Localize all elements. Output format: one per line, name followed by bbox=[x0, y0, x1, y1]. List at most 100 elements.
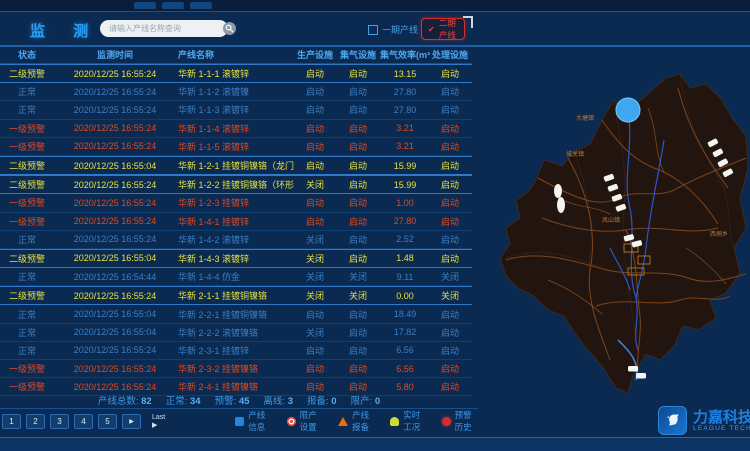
cell-efficiency: 5.80 bbox=[380, 382, 430, 392]
map-town-label: 大塘镇 bbox=[576, 116, 594, 122]
checkbox-icon[interactable] bbox=[368, 25, 378, 35]
table-row[interactable]: 正常2020/12/25 16:55:04华新 2-2-1 挂镀铜镍铬启动启动1… bbox=[0, 305, 472, 323]
cell-gas: 关闭 bbox=[336, 289, 380, 302]
page-button[interactable]: 5 bbox=[98, 414, 117, 429]
pagination: 12345 ▶ Last ▶ bbox=[2, 414, 165, 429]
cell-treatment: 启动 bbox=[430, 178, 470, 191]
map-town-label: 城关镇 bbox=[566, 152, 584, 158]
col-treatment: 处理设施 bbox=[430, 48, 470, 61]
summary-item: 报备: 0 bbox=[307, 393, 337, 407]
cell-efficiency: 1.48 bbox=[380, 253, 430, 263]
table-row[interactable]: 正常2020/12/25 16:55:04华新 2-2-2 滚镀镍铬关闭启动17… bbox=[0, 324, 472, 342]
cell-production: 启动 bbox=[294, 362, 336, 375]
legend-item[interactable]: 预警历史 bbox=[442, 409, 478, 433]
table-row[interactable]: 正常2020/12/25 16:54:44华新 1-4-4 仿金关闭关闭9.11… bbox=[0, 268, 472, 286]
table-row[interactable]: 一级预警2020/12/25 16:55:24华新 1-2-3 挂镀锌启动启动1… bbox=[0, 194, 472, 212]
cell-time: 2020/12/25 16:55:24 bbox=[54, 87, 176, 97]
legend-item[interactable]: 实时工况 bbox=[390, 409, 426, 433]
page-button[interactable]: 2 bbox=[26, 414, 45, 429]
cell-efficiency: 1.00 bbox=[380, 198, 430, 208]
cell-time: 2020/12/25 16:55:24 bbox=[54, 180, 176, 190]
table-row[interactable]: 一级预警2020/12/25 16:55:24华新 1-1-4 滚镀锌启动启动3… bbox=[0, 120, 472, 138]
summary-value: 0 bbox=[331, 396, 336, 407]
cell-time: 2020/12/25 16:55:04 bbox=[54, 327, 176, 337]
cell-efficiency: 6.56 bbox=[380, 345, 430, 355]
legend-label: 产线信息 bbox=[248, 409, 271, 433]
search-input[interactable] bbox=[100, 24, 223, 33]
window-chip[interactable] bbox=[162, 2, 184, 9]
legend-item[interactable]: 产线报备 bbox=[338, 409, 375, 433]
cell-name: 华新 1-1-4 滚镀锌 bbox=[176, 122, 294, 135]
phase1-label: 一期产线 bbox=[382, 23, 418, 36]
page-button[interactable]: 1 bbox=[2, 414, 21, 429]
cell-name: 华新 1-4-2 滚镀锌 bbox=[176, 233, 294, 246]
summary-label: 预警: bbox=[215, 396, 239, 407]
col-gas: 集气设施 bbox=[336, 48, 380, 61]
table-row[interactable]: 正常2020/12/25 16:55:24华新 1-1-2 滚镀镍启动启动27.… bbox=[0, 83, 472, 101]
table-row[interactable]: 二级预警2020/12/25 16:55:24华新 1-1-1 滚镀锌启动启动1… bbox=[0, 64, 472, 83]
cluster-marker[interactable] bbox=[616, 98, 640, 122]
cell-treatment: 关闭 bbox=[430, 270, 470, 283]
cell-time: 2020/12/25 16:55:24 bbox=[54, 345, 176, 355]
table-row[interactable]: 二级预警2020/12/25 16:55:24华新 1-2-2 挂镀铜镍铬（环形… bbox=[0, 175, 472, 194]
cell-gas: 启动 bbox=[336, 326, 380, 339]
table-row[interactable]: 二级预警2020/12/25 16:55:04华新 1-2-1 挂镀铜镍铬（龙门… bbox=[0, 156, 472, 175]
summary-value: 34 bbox=[190, 396, 201, 407]
phase2-button[interactable]: ✔ 二期产线 bbox=[421, 18, 465, 40]
line-report-icon bbox=[338, 417, 348, 426]
cell-treatment: 启动 bbox=[430, 159, 470, 172]
map-panel[interactable]: 大塘镇 城关镇 凤山镇 西垌乡 bbox=[478, 48, 750, 400]
cell-time: 2020/12/25 16:55:24 bbox=[54, 123, 176, 133]
table-row[interactable]: 正常2020/12/25 16:55:24华新 1-1-3 滚镀锌启动启动27.… bbox=[0, 101, 472, 119]
cell-gas: 启动 bbox=[336, 252, 380, 265]
cell-name: 华新 1-1-1 滚镀锌 bbox=[176, 67, 294, 80]
cell-time: 2020/12/25 16:55:24 bbox=[54, 364, 176, 374]
window-chip[interactable] bbox=[190, 2, 212, 9]
bottom-strip bbox=[0, 437, 750, 451]
cell-production: 启动 bbox=[294, 196, 336, 209]
cell-production: 关闭 bbox=[294, 178, 336, 191]
cell-time: 2020/12/25 16:55:24 bbox=[54, 234, 176, 244]
table-row[interactable]: 一级预警2020/12/25 16:55:24华新 2-3-2 挂镀镍铬启动启动… bbox=[0, 360, 472, 378]
summary-value: 0 bbox=[375, 396, 380, 407]
cell-production: 关闭 bbox=[294, 233, 336, 246]
district-map[interactable] bbox=[478, 48, 750, 400]
cell-efficiency: 6.56 bbox=[380, 364, 430, 374]
cell-name: 华新 2-3-1 挂镀锌 bbox=[176, 344, 294, 357]
search-icon[interactable] bbox=[223, 22, 236, 35]
legend-label: 实时工况 bbox=[403, 409, 426, 433]
summary-label: 正常: bbox=[166, 396, 190, 407]
page-button[interactable]: 3 bbox=[50, 414, 69, 429]
cell-production: 关闭 bbox=[294, 270, 336, 283]
summary-label: 离线: bbox=[263, 396, 287, 407]
table-row[interactable]: 正常2020/12/25 16:55:24华新 2-3-1 挂镀锌启动启动6.5… bbox=[0, 342, 472, 360]
next-page-button[interactable]: ▶ bbox=[122, 414, 141, 429]
table-row[interactable]: 一级预警2020/12/25 16:55:24华新 1-1-5 滚镀锌启动启动3… bbox=[0, 138, 472, 156]
table-row[interactable]: 正常2020/12/25 16:55:24华新 1-4-2 滚镀锌关闭启动2.5… bbox=[0, 231, 472, 249]
cell-status: 正常 bbox=[0, 308, 54, 321]
cell-time: 2020/12/25 16:55:04 bbox=[54, 309, 176, 319]
cell-treatment: 启动 bbox=[430, 196, 470, 209]
cell-status: 一级预警 bbox=[0, 140, 54, 153]
map-legend: 产线信息限产设置产线报备 实时工况预警历史 bbox=[235, 409, 478, 433]
cell-time: 2020/12/25 16:55:24 bbox=[54, 382, 176, 392]
legend-item[interactable]: 产线信息 bbox=[235, 409, 271, 433]
phase1-checkbox[interactable]: 一期产线 bbox=[368, 23, 418, 36]
cell-efficiency: 27.80 bbox=[380, 87, 430, 97]
cell-gas: 启动 bbox=[336, 140, 380, 153]
window-chip[interactable] bbox=[134, 2, 156, 9]
search-box[interactable] bbox=[100, 20, 228, 37]
table-row[interactable]: 一级预警2020/12/25 16:55:24华新 1-4-1 挂镀锌启动启动2… bbox=[0, 213, 472, 231]
table-row[interactable]: 二级预警2020/12/25 16:55:24华新 2-1-1 挂镀铜镍铬关闭关… bbox=[0, 286, 472, 305]
map-town-label: 西垌乡 bbox=[710, 232, 728, 238]
cell-production: 关闭 bbox=[294, 326, 336, 339]
cell-treatment: 启动 bbox=[430, 67, 470, 80]
check-icon: ✔ bbox=[428, 25, 435, 34]
legend-item[interactable]: 限产设置 bbox=[287, 409, 323, 433]
cell-name: 华新 1-2-2 挂镀铜镍铬（环形线） bbox=[176, 178, 294, 191]
last-page-button[interactable]: Last ▶ bbox=[152, 414, 165, 429]
page-button[interactable]: 4 bbox=[74, 414, 93, 429]
table-row[interactable]: 二级预警2020/12/25 16:55:04华新 1-4-3 滚镀锌关闭启动1… bbox=[0, 249, 472, 268]
cell-time: 2020/12/25 16:55:24 bbox=[54, 291, 176, 301]
cell-efficiency: 15.99 bbox=[380, 161, 430, 171]
